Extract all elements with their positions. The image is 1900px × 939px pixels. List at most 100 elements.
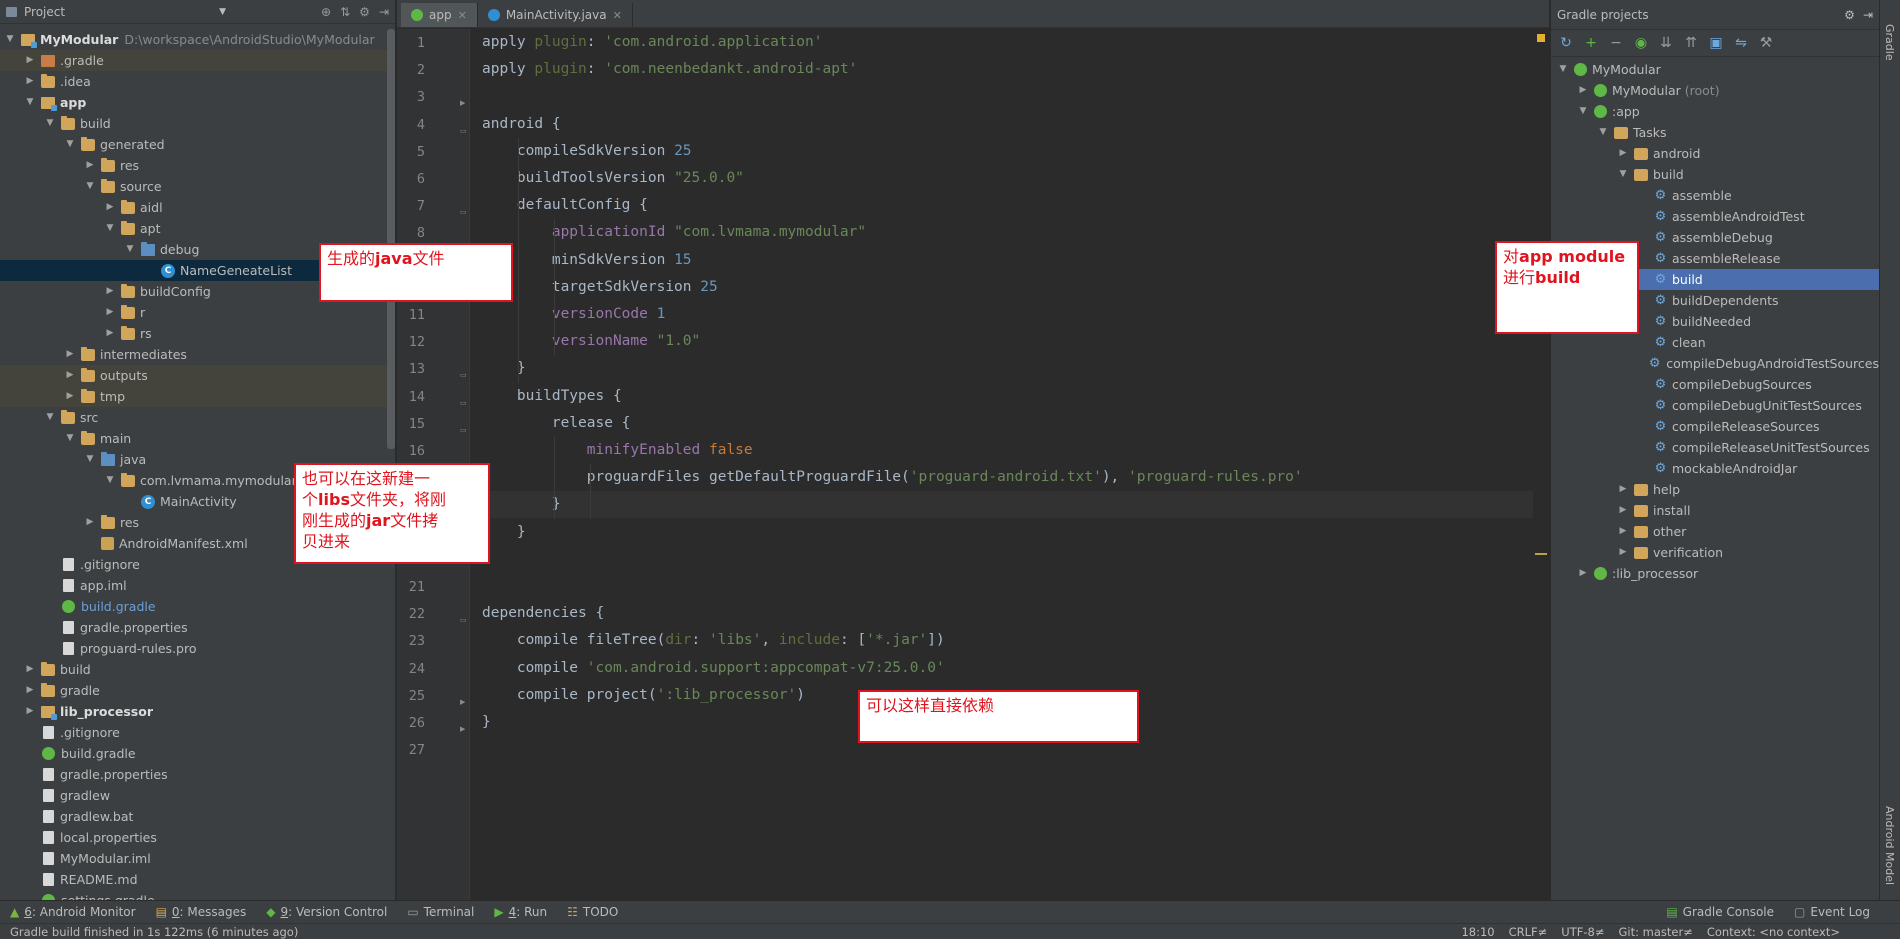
tree-item[interactable]: .gitignore [0, 722, 395, 743]
tree-item[interactable]: ▶ intermediates [0, 344, 395, 365]
fold-marker-icon[interactable]: ▭ [460, 426, 468, 434]
collapsed-arrow-icon[interactable]: ▶ [104, 281, 116, 302]
tree-item[interactable]: ▼ main [0, 428, 395, 449]
gradle-task-item[interactable]: ⚙ mockableAndroidJar [1551, 458, 1879, 479]
code-line[interactable]: minifyEnabled false [482, 437, 1533, 464]
hide-icon[interactable]: ⇥ [1863, 8, 1873, 22]
remove-icon[interactable]: − [1609, 35, 1623, 51]
collapse-all-icon[interactable]: ⇈ [1684, 35, 1698, 51]
tree-item[interactable]: ▼ MyModular D:\workspace\AndroidStudio\MyM… [0, 29, 395, 50]
run-gradle-icon[interactable]: ◉ [1634, 35, 1648, 51]
code-line[interactable]: release { [482, 410, 1533, 437]
code-line[interactable]: compile 'com.android.support:appcompat-v… [482, 655, 1533, 682]
tree-item[interactable]: ▶ res [0, 155, 395, 176]
code-line[interactable]: minSdkVersion 15 [482, 247, 1533, 274]
messages-button[interactable]: ▤ 0: Messages [146, 905, 257, 919]
fold-marker-icon[interactable]: ▶ [460, 725, 468, 733]
collapsed-arrow-icon[interactable]: ▶ [24, 701, 36, 722]
context-indicator[interactable]: Context: <no context> [1707, 925, 1840, 939]
tree-item[interactable]: build.gradle [0, 743, 395, 764]
code-line[interactable]: android { [482, 111, 1533, 138]
expanded-arrow-icon[interactable]: ▼ [4, 29, 16, 50]
code-line[interactable]: versionCode 1 [482, 301, 1533, 328]
project-scrollbar[interactable] [387, 29, 395, 449]
gear-icon[interactable]: ⚙ [1844, 8, 1855, 22]
tree-item[interactable]: ▼ build [0, 113, 395, 134]
tree-item[interactable]: ▼ apt [0, 218, 395, 239]
expanded-arrow-icon[interactable]: ▼ [1577, 101, 1589, 122]
expanded-arrow-icon[interactable]: ▼ [104, 470, 116, 491]
tree-item[interactable]: ▶ rs [0, 323, 395, 344]
tree-item[interactable]: ▶ outputs [0, 365, 395, 386]
gradle-task-item[interactable]: ⚙ compileReleaseUnitTestSources [1551, 437, 1879, 458]
gradle-task-item[interactable]: ▶ android [1551, 143, 1879, 164]
tree-item[interactable]: ▶ .gradle [0, 50, 395, 71]
target-icon[interactable]: ⊕ [321, 5, 331, 19]
hide-icon[interactable]: ⇥ [379, 5, 389, 19]
code-line[interactable]: buildToolsVersion "25.0.0" [482, 165, 1533, 192]
tree-item[interactable]: gradle.properties [0, 617, 395, 638]
close-icon[interactable]: ✕ [458, 9, 467, 22]
tree-item[interactable]: ▶ tmp [0, 386, 395, 407]
tree-item[interactable]: ▼ generated [0, 134, 395, 155]
attach-icon[interactable]: ▣ [1709, 35, 1723, 51]
tree-item[interactable]: gradle.properties [0, 764, 395, 785]
gradle-task-item[interactable]: ⚙ compileDebugAndroidTestSources [1551, 353, 1879, 374]
collapsed-arrow-icon[interactable]: ▶ [104, 197, 116, 218]
gradle-task-item[interactable]: ▼:app [1551, 101, 1879, 122]
toggle-offline-icon[interactable]: ⇋ [1734, 35, 1748, 51]
tree-item[interactable]: ▼ app [0, 92, 395, 113]
gradle-task-item[interactable]: ▶:lib_processor [1551, 563, 1879, 584]
expanded-arrow-icon[interactable]: ▼ [124, 239, 136, 260]
collapse-icon[interactable]: ⇅ [340, 5, 350, 19]
fold-marker-icon[interactable]: ▭ [460, 208, 468, 216]
gradle-task-item[interactable]: ⚙ compileReleaseSources [1551, 416, 1879, 437]
expanded-arrow-icon[interactable]: ▼ [44, 407, 56, 428]
collapsed-arrow-icon[interactable]: ▶ [24, 680, 36, 701]
tree-item[interactable]: ▶ lib_processor [0, 701, 395, 722]
tree-item[interactable]: ▶ gradle [0, 680, 395, 701]
fold-marker-icon[interactable]: ▶ [460, 698, 468, 706]
line-separator[interactable]: CRLF≠ [1509, 925, 1548, 939]
collapsed-arrow-icon[interactable]: ▶ [1617, 479, 1629, 500]
file-encoding[interactable]: UTF-8≠ [1561, 925, 1604, 939]
gradle-task-item[interactable]: ⚙ clean [1551, 332, 1879, 353]
collapsed-arrow-icon[interactable]: ▶ [24, 50, 36, 71]
collapsed-arrow-icon[interactable]: ▶ [1617, 500, 1629, 521]
code-line[interactable]: apply plugin: 'com.neenbedankt.android-a… [482, 56, 1533, 83]
expanded-arrow-icon[interactable]: ▼ [24, 92, 36, 113]
fold-marker-icon[interactable]: ▭ [460, 616, 468, 624]
gradle-task-item[interactable]: ⚙ compileDebugSources [1551, 374, 1879, 395]
code-line[interactable]: } [482, 519, 1533, 546]
gradle-stripe-button[interactable]: Gradle [1883, 24, 1896, 61]
collapsed-arrow-icon[interactable]: ▶ [1577, 563, 1589, 584]
expand-all-icon[interactable]: ⇊ [1659, 35, 1673, 51]
gradle-task-item[interactable]: ▶ help [1551, 479, 1879, 500]
expanded-arrow-icon[interactable]: ▼ [64, 134, 76, 155]
code-line[interactable]: apply plugin: 'com.android.application' [482, 29, 1533, 56]
collapsed-arrow-icon[interactable]: ▶ [104, 323, 116, 344]
code-line[interactable]: } [482, 355, 1533, 382]
expanded-arrow-icon[interactable]: ▼ [1597, 122, 1609, 143]
gradle-task-item[interactable]: ▶ MyModular (root) [1551, 80, 1879, 101]
editor-tab[interactable]: MainActivity.java ✕ [478, 3, 633, 27]
tree-item[interactable]: ▶ r [0, 302, 395, 323]
tree-item[interactable]: app.iml [0, 575, 395, 596]
refresh-icon[interactable]: ↻ [1559, 35, 1573, 51]
expanded-arrow-icon[interactable]: ▼ [64, 428, 76, 449]
version-control-button[interactable]: ◆ 9: Version Control [256, 905, 397, 919]
fold-marker-icon[interactable]: ▭ [460, 371, 468, 379]
fold-marker-icon[interactable]: ▭ [460, 127, 468, 135]
collapsed-arrow-icon[interactable]: ▶ [1577, 80, 1589, 101]
gear-icon[interactable]: ⚙ [359, 5, 370, 19]
code-line[interactable]: dependencies { [482, 600, 1533, 627]
android-model-stripe-button[interactable]: Android Model [1883, 806, 1896, 885]
gradle-task-item[interactable]: ▶ other [1551, 521, 1879, 542]
gradle-task-item[interactable]: ▼ MyModular [1551, 59, 1879, 80]
tree-item[interactable]: settings.gradle [0, 890, 395, 900]
collapsed-arrow-icon[interactable]: ▶ [84, 155, 96, 176]
collapsed-arrow-icon[interactable]: ▶ [1617, 143, 1629, 164]
expanded-arrow-icon[interactable]: ▼ [44, 113, 56, 134]
gradle-task-item[interactable]: ⚙ compileDebugUnitTestSources [1551, 395, 1879, 416]
tree-item[interactable]: ▶ build [0, 659, 395, 680]
